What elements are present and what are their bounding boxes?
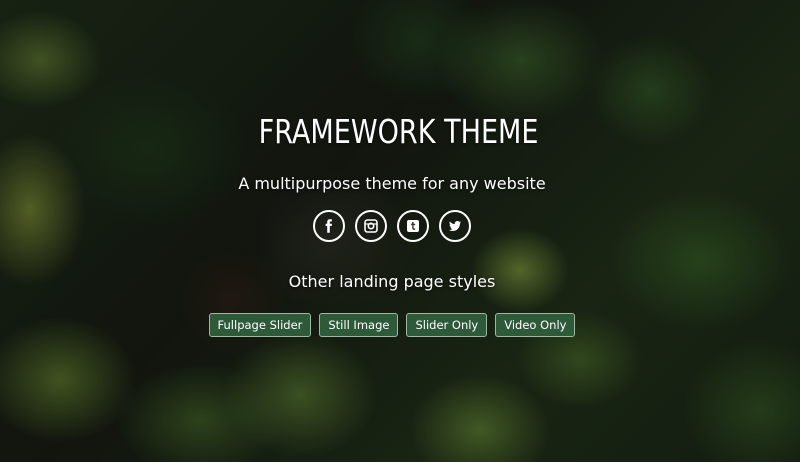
facebook-link[interactable] [313, 210, 345, 242]
landing-styles-heading: Other landing page styles [288, 272, 496, 291]
twitter-icon [449, 221, 461, 231]
tumblr-link[interactable] [397, 210, 429, 242]
facebook-icon [325, 219, 332, 233]
hero-content: FRAMEWORK THEME A multipurpose theme for… [0, 0, 800, 462]
landing-style-buttons: Fullpage Slider Still Image Slider Only … [0, 313, 784, 337]
video-only-button[interactable]: Video Only [495, 313, 576, 337]
hero-subtitle: A multipurpose theme for any website [238, 174, 546, 193]
social-links [0, 210, 784, 242]
hero-title: FRAMEWORK THEME [258, 112, 539, 151]
fullpage-slider-button[interactable]: Fullpage Slider [208, 313, 312, 337]
instagram-icon [364, 219, 378, 233]
slider-only-button[interactable]: Slider Only [406, 313, 488, 337]
tumblr-icon [407, 220, 419, 232]
twitter-link[interactable] [439, 210, 471, 242]
instagram-link[interactable] [355, 210, 387, 242]
hero-section: FRAMEWORK THEME A multipurpose theme for… [0, 0, 800, 462]
still-image-button[interactable]: Still Image [319, 313, 399, 337]
